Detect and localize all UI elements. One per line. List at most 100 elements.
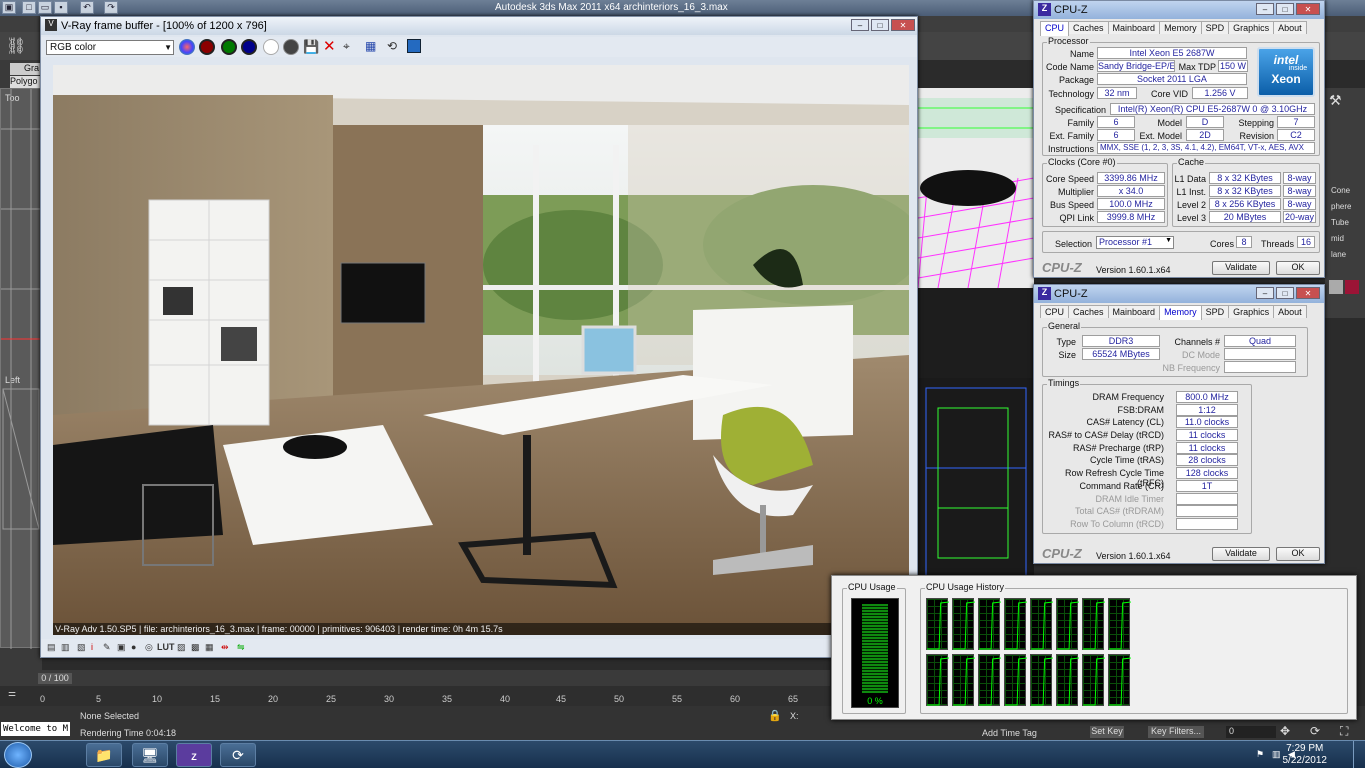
- tray-flag-icon[interactable]: ⚑: [1256, 749, 1264, 760]
- frame-field[interactable]: 0: [1226, 726, 1276, 738]
- tab-spd[interactable]: SPD: [1200, 305, 1230, 318]
- frame-counter[interactable]: 0 / 100: [38, 673, 72, 684]
- blue-channel-icon[interactable]: [241, 39, 257, 55]
- info-icon[interactable]: i: [91, 642, 93, 652]
- tab-about[interactable]: About: [1273, 305, 1307, 318]
- clock[interactable]: 7:29 PM 5/22/2012: [1283, 743, 1328, 767]
- key-filters-button[interactable]: Key Filters...: [1148, 726, 1204, 738]
- color-swatch-gray[interactable]: [1329, 280, 1343, 294]
- orbit-icon[interactable]: ⟳: [1310, 724, 1320, 738]
- render-last-icon[interactable]: ⟲: [387, 39, 397, 53]
- clock-time: 7:29 PM: [1286, 743, 1324, 754]
- region-render-icon[interactable]: ▦: [365, 39, 376, 53]
- cmd-tube[interactable]: Tube: [1331, 218, 1349, 227]
- track-mouse-icon[interactable]: ⌖: [343, 39, 350, 54]
- cmd-cone[interactable]: Cone: [1331, 186, 1350, 195]
- alpha-channel-icon[interactable]: [263, 39, 279, 55]
- minimize-button[interactable]: –: [1256, 287, 1274, 299]
- channel-select[interactable]: RGB color ▼: [46, 40, 174, 55]
- processor-select[interactable]: Processor #1 ▼: [1096, 236, 1174, 249]
- red-channel-icon[interactable]: [199, 39, 215, 55]
- maximize-button[interactable]: □: [1276, 3, 1294, 15]
- close-button[interactable]: ✕: [1296, 3, 1320, 15]
- validate-button[interactable]: Validate: [1212, 547, 1270, 561]
- add-time-tag[interactable]: Add Time Tag: [982, 728, 1037, 738]
- history-icon[interactable]: ▤: [47, 642, 56, 653]
- lock-icon[interactable]: 🔒: [768, 709, 782, 722]
- maximize-viewport-icon[interactable]: ⛶: [1340, 724, 1348, 739]
- core-history-line: [1057, 657, 1080, 706]
- tab-spd[interactable]: SPD: [1200, 21, 1230, 34]
- fit-icon[interactable]: ▩: [191, 642, 200, 653]
- explorer-task[interactable]: 📁: [86, 743, 122, 767]
- exposure-icon[interactable]: ●: [131, 642, 136, 652]
- timeline-icon[interactable]: ⚌: [8, 688, 16, 699]
- ribbon-tab-graphite[interactable]: Gra: [10, 63, 40, 75]
- show-corrections-icon[interactable]: [407, 39, 421, 53]
- curve-icon[interactable]: ▨: [177, 642, 186, 653]
- tab-mainboard[interactable]: Mainboard: [1107, 305, 1161, 318]
- cpuz-task[interactable]: Z: [176, 743, 212, 767]
- maxscript-listener[interactable]: Welcome to M: [1, 722, 70, 736]
- compare-icon[interactable]: ⇹: [221, 642, 229, 653]
- tab-memory[interactable]: Memory: [1159, 21, 1202, 34]
- cmd-sphere[interactable]: phere: [1331, 202, 1351, 211]
- cmd-plane[interactable]: lane: [1331, 250, 1346, 259]
- timeline-ruler[interactable]: ⚌ 5 10 15 20 25 30 35 40 45 50 55 60 65 …: [0, 686, 830, 706]
- tray-network-icon[interactable]: ▥: [1272, 749, 1281, 760]
- tab-cpu[interactable]: CPU: [1040, 305, 1070, 318]
- tab-graphics[interactable]: Graphics: [1228, 21, 1275, 34]
- cpu-usage-meter: 0 %: [851, 598, 899, 708]
- tab-memory[interactable]: Memory: [1159, 305, 1202, 320]
- levels-icon[interactable]: ▥: [61, 642, 70, 653]
- start-orb[interactable]: [4, 742, 32, 768]
- clear-icon[interactable]: ✕: [323, 37, 336, 55]
- tab-cpu[interactable]: CPU: [1040, 21, 1070, 36]
- stereo-icon[interactable]: ▦: [205, 642, 214, 653]
- tab-about[interactable]: About: [1273, 21, 1307, 34]
- rgb-channel-icon[interactable]: [179, 39, 195, 55]
- tab-caches[interactable]: Caches: [1068, 21, 1109, 34]
- max-task[interactable]: ⟳: [220, 743, 256, 767]
- tab-graphics[interactable]: Graphics: [1228, 305, 1275, 318]
- link-icon[interactable]: ⛓: [6, 36, 26, 56]
- coord-x-label: X:: [790, 711, 799, 721]
- maximize-button[interactable]: □: [871, 19, 889, 31]
- new-icon[interactable]: □: [22, 1, 36, 14]
- ok-button[interactable]: OK: [1276, 261, 1320, 275]
- viewport-top[interactable]: Too Left: [0, 88, 42, 649]
- close-button[interactable]: ✕: [891, 19, 915, 31]
- pixel-info-icon[interactable]: ▧: [77, 642, 86, 653]
- save-icon[interactable]: ▪: [54, 1, 68, 14]
- pan-icon[interactable]: ✥: [1280, 724, 1290, 738]
- mono-channel-icon[interactable]: [283, 39, 299, 55]
- frame-icon[interactable]: ▣: [117, 642, 126, 653]
- brush-icon[interactable]: ✎: [103, 642, 111, 653]
- max-app-icon[interactable]: ▣: [2, 1, 16, 14]
- time-slider[interactable]: 0 / 100: [0, 670, 830, 686]
- undo-icon[interactable]: ↶: [80, 1, 94, 14]
- minimize-button[interactable]: –: [1256, 3, 1274, 15]
- color-swatch-red[interactable]: [1345, 280, 1359, 294]
- save-image-icon[interactable]: 💾: [303, 39, 319, 55]
- balance-icon[interactable]: ◎: [145, 642, 153, 653]
- maximize-button[interactable]: □: [1276, 287, 1294, 299]
- render-image[interactable]: [53, 65, 909, 635]
- show-desktop-button[interactable]: [1353, 741, 1365, 768]
- split-icon[interactable]: ⇋: [237, 642, 245, 653]
- cmd-pyramid[interactable]: mid: [1331, 234, 1344, 243]
- monitor-task[interactable]: 🖥: [132, 743, 168, 767]
- close-button[interactable]: ✕: [1296, 287, 1320, 299]
- tab-caches[interactable]: Caches: [1068, 305, 1109, 318]
- open-icon[interactable]: ▭: [38, 1, 52, 14]
- lut-button[interactable]: LUT: [157, 642, 175, 652]
- hammer-icon[interactable]: ⚒: [1329, 92, 1342, 109]
- ok-button[interactable]: OK: [1276, 547, 1320, 561]
- set-key-button[interactable]: Set Key: [1090, 726, 1124, 738]
- minimize-button[interactable]: –: [851, 19, 869, 31]
- ribbon-tab-polygon[interactable]: Polygo: [10, 76, 42, 88]
- green-channel-icon[interactable]: [221, 39, 237, 55]
- tab-mainboard[interactable]: Mainboard: [1107, 21, 1161, 34]
- validate-button[interactable]: Validate: [1212, 261, 1270, 275]
- redo-icon[interactable]: ↷: [104, 1, 118, 14]
